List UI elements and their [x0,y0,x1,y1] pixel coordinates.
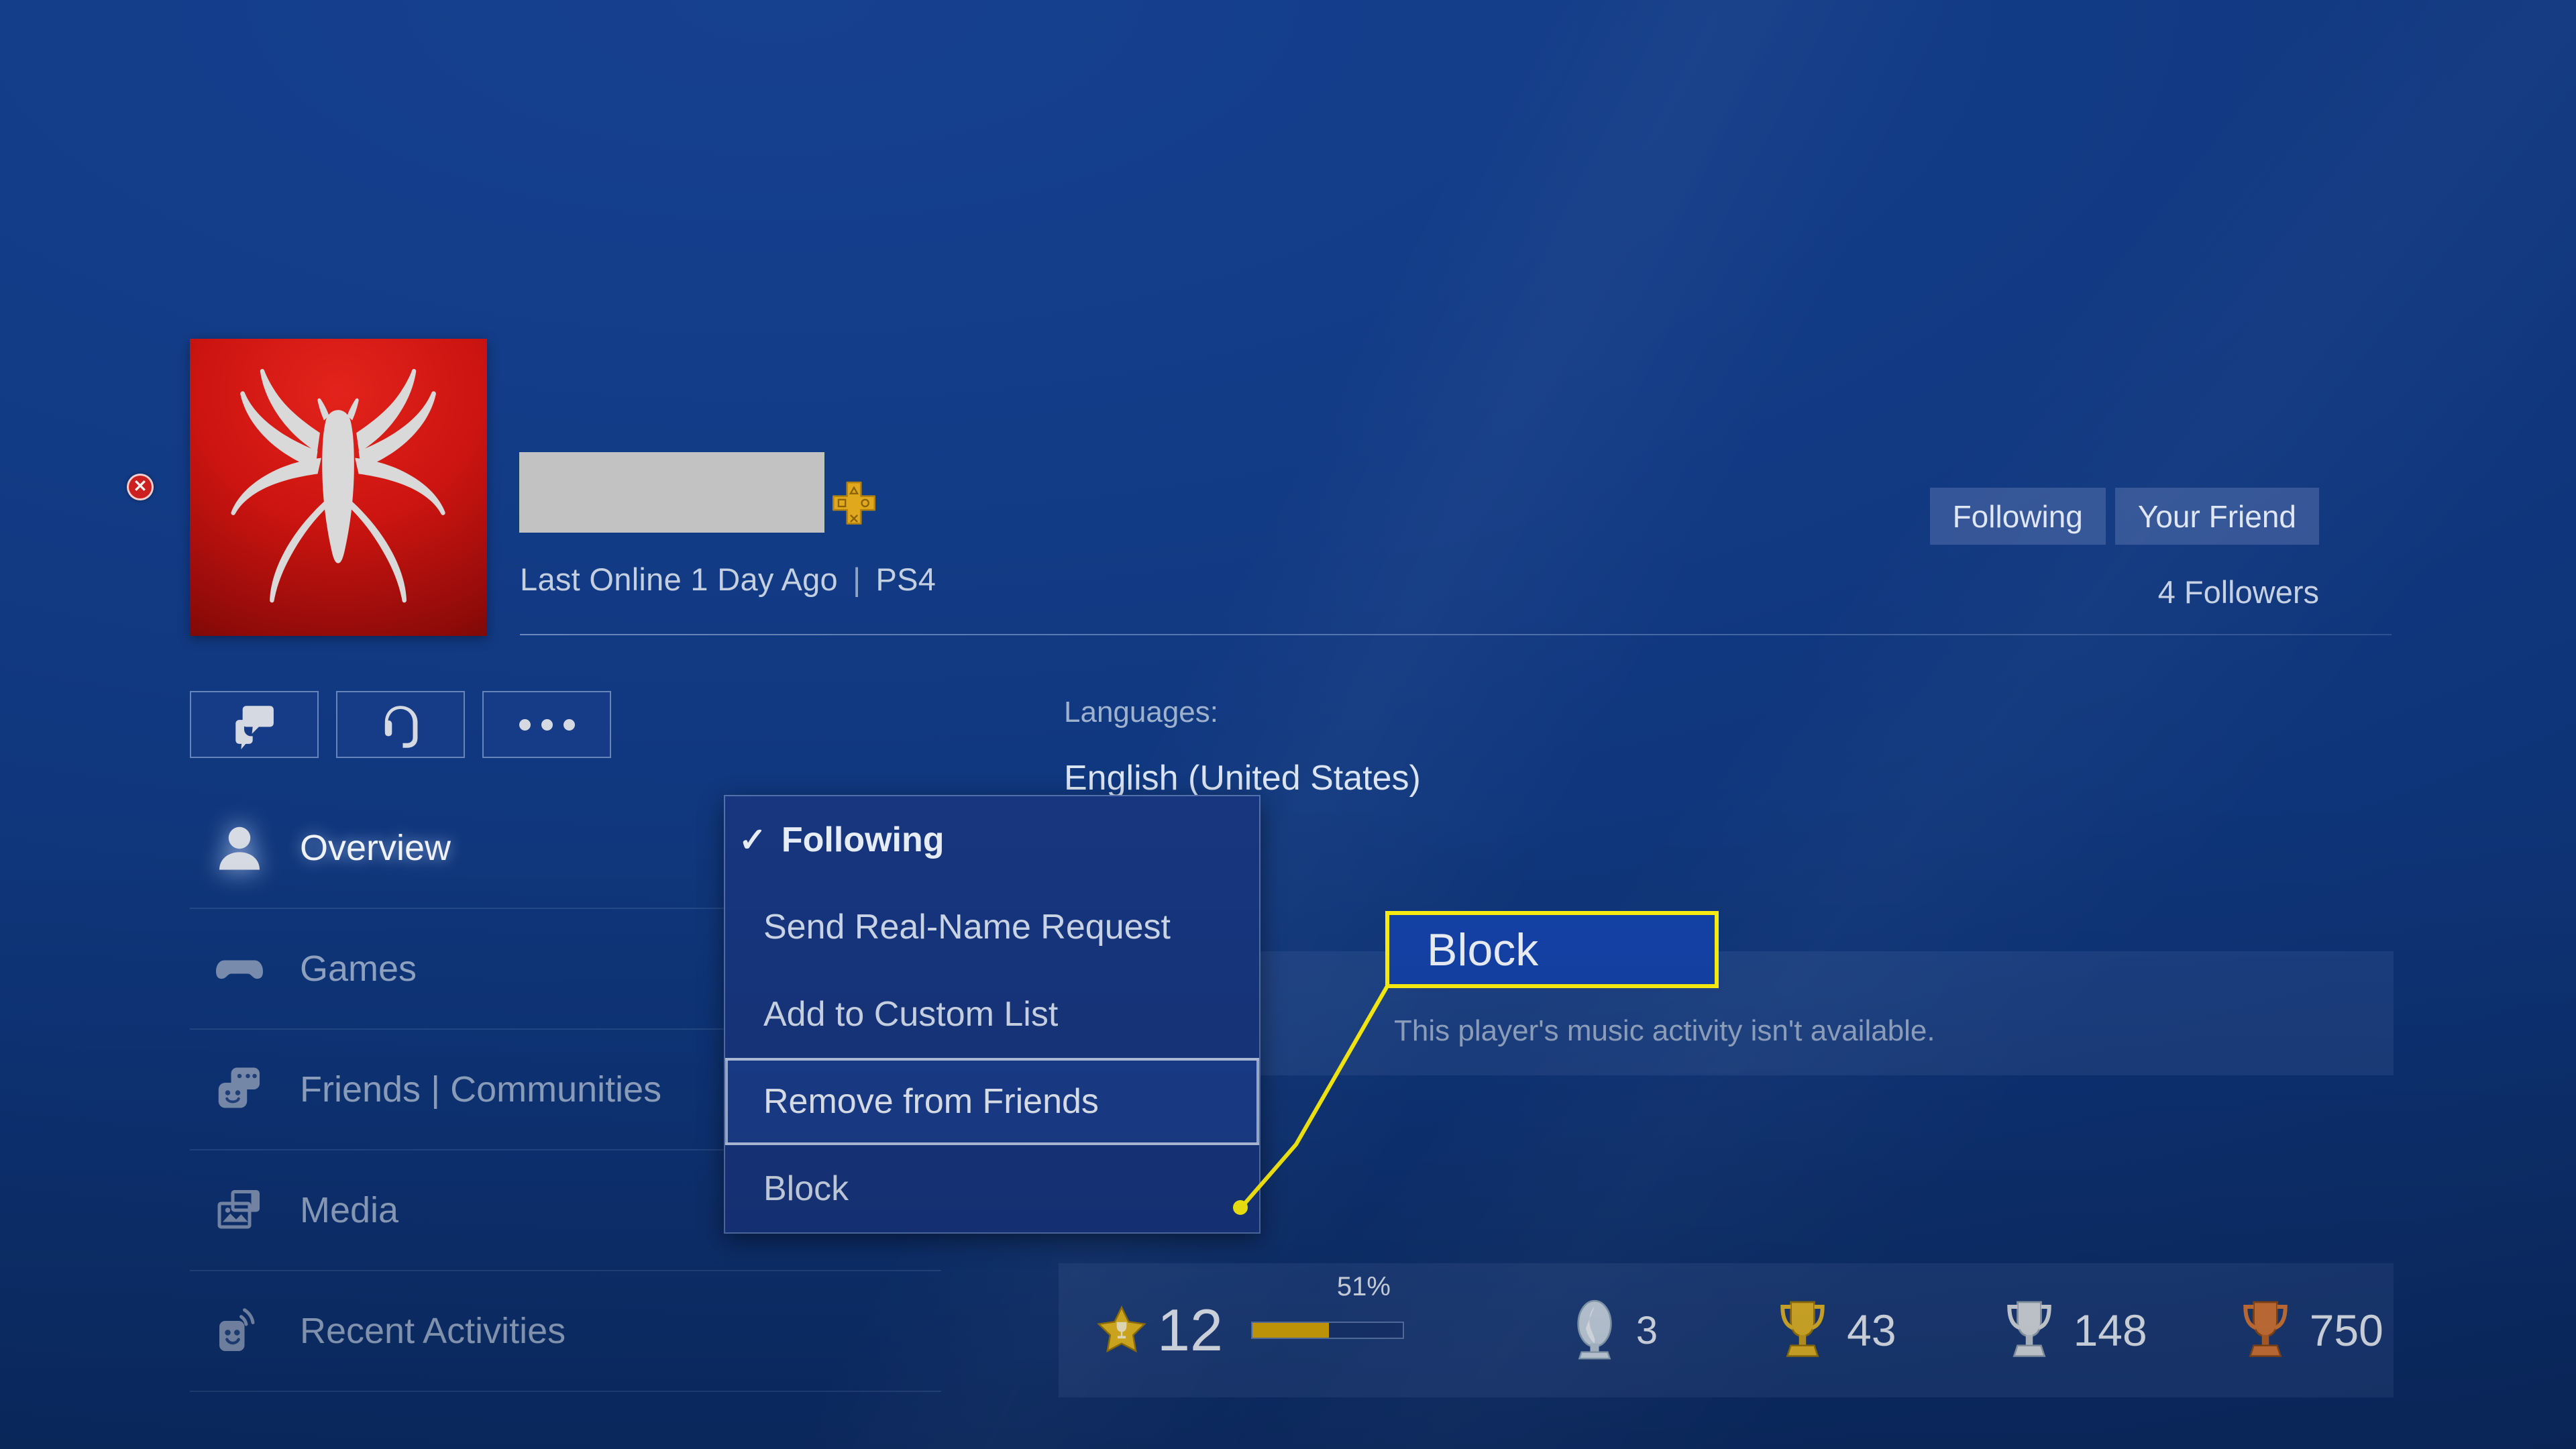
sidebar-item-label: Friends | Communities [300,1069,662,1110]
profile-action-buttons [190,691,611,758]
chat-bubbles-icon [235,706,274,749]
bronze-trophy-count: 750 [2309,1305,2383,1355]
languages-value: English (United States) [1064,759,1421,798]
ellipsis-icon [519,718,575,731]
more-options-button[interactable] [482,691,611,758]
menu-item-add-to-custom-list[interactable]: Add to Custom List [725,971,1259,1058]
check-icon: ✓ [739,821,767,859]
sidebar-item-label: Overview [300,828,451,868]
trophy-progress-track [1250,1322,1404,1339]
username-redacted [519,452,824,533]
silver-trophy-count: 148 [2073,1305,2147,1355]
your-friend-button-label: Your Friend [2137,498,2296,534]
trophy-level-group: 12 51% [1095,1272,1404,1364]
trophy-progress-fill [1252,1323,1330,1338]
menu-item-send-real-name-request[interactable]: Send Real-Name Request [725,883,1259,971]
trophy-level-value: 12 [1157,1297,1223,1363]
sidebar-item-label: Games [300,949,417,989]
relationship-buttons: Following Your Friend [1929,488,2319,545]
media-icon [207,1183,272,1237]
following-button-label: Following [1952,498,2083,534]
avatar[interactable] [190,339,487,636]
platinum-trophy-count: 3 [1635,1308,1658,1352]
trophy-summary-row[interactable]: 12 51% 3 43 148 750 [1059,1263,2394,1397]
menu-item-label: Send Real-Name Request [763,908,1171,947]
bronze-trophy-icon [2243,1301,2288,1357]
gold-trophy-icon [1780,1301,1825,1357]
header-divider [520,634,2392,635]
playstation-plus-icon [832,481,876,525]
spider-emblem-avatar [231,368,446,602]
menu-item-block[interactable]: Block [725,1145,1259,1232]
silver-trophy-group: 148 [1992,1293,2147,1368]
music-activity-text: This player's music activity isn't avail… [1394,1014,1935,1047]
following-button[interactable]: Following [1929,488,2106,545]
platinum-trophy-icon [1577,1299,1612,1360]
send-message-button[interactable] [190,691,319,758]
party-chat-button[interactable] [336,691,465,758]
profile-meta: Last Online 1 Day Ago | PS4 [520,561,936,598]
gold-trophy-group: 43 [1765,1293,1896,1368]
sidebar-item-label: Media [300,1190,399,1230]
platinum-trophy-group: 3 [1560,1295,1658,1365]
controller-icon [207,942,272,996]
close-circle-x-icon[interactable]: ✕ [127,474,154,500]
star-trophy-level-icon [1097,1305,1146,1353]
sidebar-item-recent-activities[interactable]: Recent Activities [190,1271,941,1392]
menu-item-remove-from-friends[interactable]: Remove from Friends [725,1058,1259,1145]
languages-label: Languages: [1064,696,1218,729]
bronze-trophy-group: 750 [2228,1293,2383,1368]
headset-icon [384,706,418,748]
menu-item-label: Add to Custom List [763,995,1059,1034]
callout-text: Block [1427,924,1539,975]
trophy-progress: 51% [1250,1272,1404,1339]
menu-item-label: Block [763,1169,849,1208]
person-icon [207,821,272,875]
close-x-glyph: ✕ [133,476,148,496]
trophy-progress-percent: 51% [1336,1272,1391,1301]
sidebar-item-label: Recent Activities [300,1311,566,1351]
platform-text: PS4 [875,561,936,597]
friends-icon [207,1063,272,1116]
profile-context-menu: ✓ Following Send Real-Name Request Add t… [724,795,1260,1234]
callout-block-label: Block [1385,911,1719,988]
activity-icon [207,1304,272,1358]
your-friend-button[interactable]: Your Friend [2114,488,2319,545]
menu-item-label: Following [781,820,945,859]
ps4-profile-screen: ✕ Last Online 1 Day Ago | PS4 Following … [0,0,2576,1449]
silver-trophy-icon [2006,1301,2051,1357]
menu-item-following[interactable]: ✓ Following [725,796,1259,883]
menu-item-label: Remove from Friends [763,1082,1099,1121]
gold-trophy-count: 43 [1847,1305,1896,1355]
last-online-text: Last Online 1 Day Ago [520,561,838,597]
followers-count[interactable]: 4 Followers [2158,574,2319,610]
meta-separator: | [852,561,861,597]
